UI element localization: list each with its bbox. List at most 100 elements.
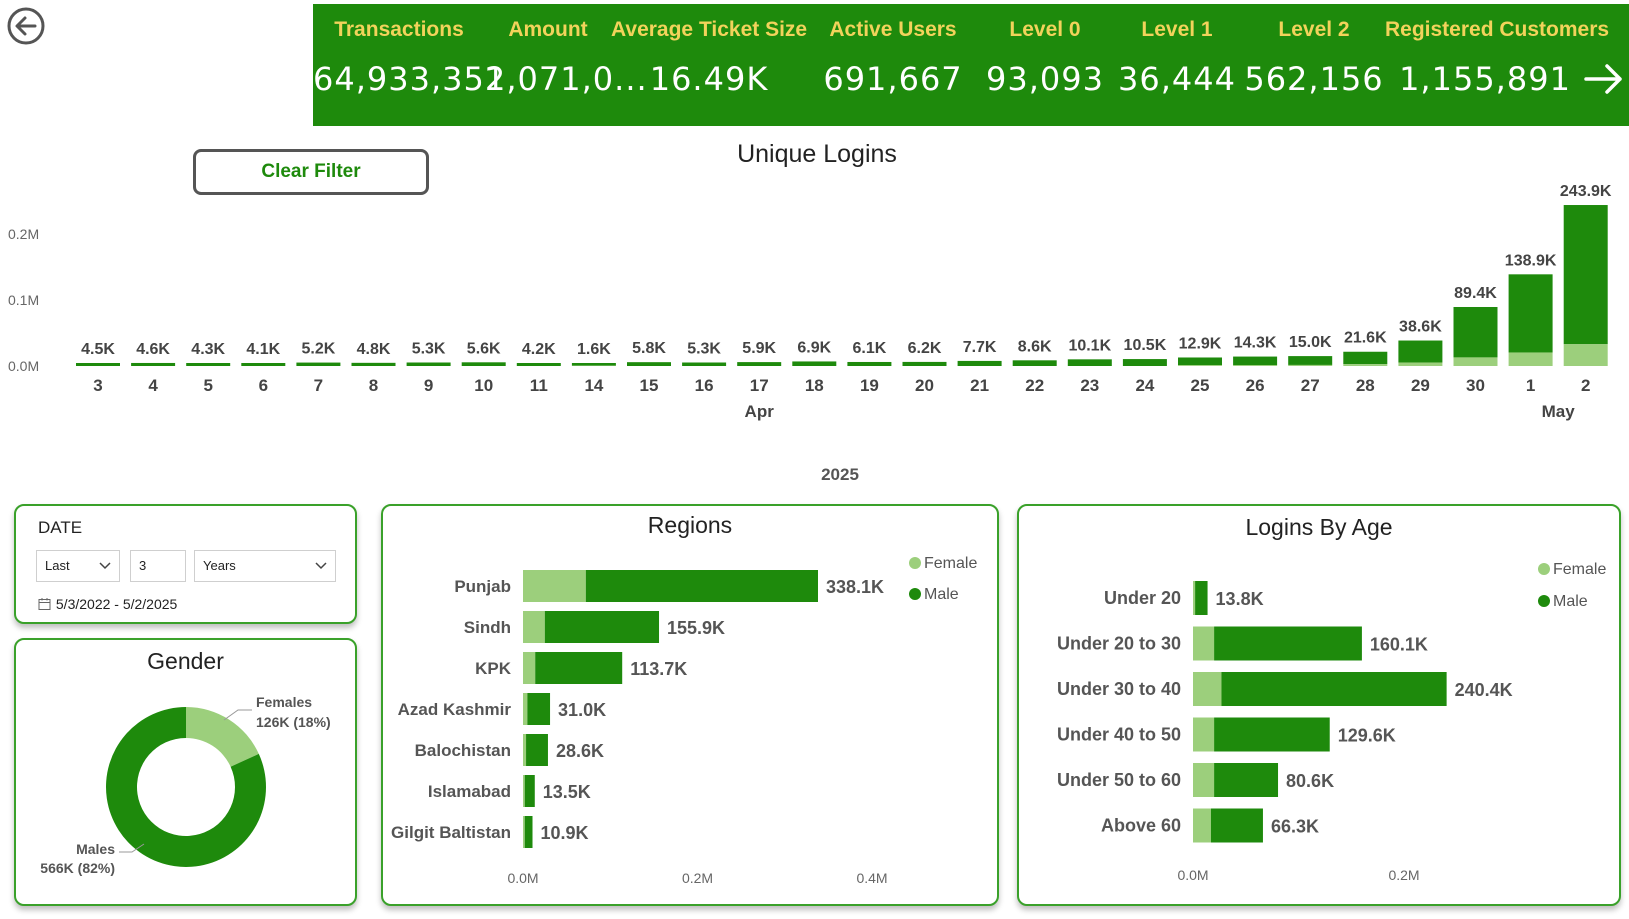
x-tick-label[interactable]: 16	[695, 376, 714, 395]
female-bar	[523, 775, 525, 807]
female-bar	[1193, 626, 1215, 661]
kpi-value: 691,667	[823, 60, 963, 98]
x-tick-label[interactable]: 10	[474, 376, 493, 395]
x-tick-label[interactable]: 7	[314, 376, 323, 395]
x-tick-label[interactable]: 21	[970, 376, 989, 395]
category-label[interactable]: Gilgit Baltistan	[391, 823, 511, 842]
legend-label[interactable]: Male	[924, 586, 959, 603]
x-tick-label[interactable]: 28	[1356, 376, 1375, 395]
date-filter-panel: DATE Last 3 Years 5/3/2022 - 5/2/2025	[14, 504, 357, 624]
x-tick-label[interactable]: 23	[1080, 376, 1099, 395]
female-bar	[1508, 352, 1553, 366]
date-filter-label: DATE	[38, 518, 83, 537]
kpi-value: 16.49K	[649, 60, 769, 98]
kpi-banner: Transactions 64,933,352 Amount 1,071,0..…	[313, 4, 1629, 126]
legend-label[interactable]: Male	[1553, 593, 1588, 610]
x-tick-label[interactable]: 5	[203, 376, 212, 395]
x-tick-label[interactable]: 18	[805, 376, 824, 395]
x-tick-label[interactable]: 29	[1411, 376, 1430, 395]
male-bar	[131, 362, 176, 366]
male-bar	[1508, 274, 1553, 353]
bar-value-label: 5.3K	[687, 341, 721, 358]
legend-label[interactable]: Female	[1553, 561, 1606, 578]
male-bar	[1288, 356, 1333, 365]
male-bar	[1210, 808, 1263, 843]
bar-total-label: 13.5K	[543, 782, 591, 802]
x-tick-label[interactable]: 24	[1135, 376, 1154, 395]
x-tick-label[interactable]: 4	[148, 376, 158, 395]
kpi-level-1: Level 1 36,444	[1111, 4, 1243, 126]
period-count-input[interactable]: 3	[130, 550, 186, 582]
x-tick-label[interactable]: 22	[1025, 376, 1044, 395]
donut-slice[interactable]	[186, 707, 259, 767]
relative-period-dropdown[interactable]: Last	[36, 550, 120, 582]
x-tick-label[interactable]: 30	[1466, 376, 1485, 395]
bar-value-label: 15.0K	[1289, 334, 1332, 351]
bar-total-label: 28.6K	[556, 741, 604, 761]
female-bar	[523, 611, 545, 643]
kpi-value: 1,071,0...	[485, 60, 648, 98]
period-unit-dropdown[interactable]: Years	[194, 550, 336, 582]
kpi-level-2: Level 2 562,156	[1243, 4, 1385, 126]
male-bar	[1221, 672, 1447, 706]
x-tick-label[interactable]: 1	[1526, 376, 1535, 395]
x-tick-label[interactable]: 9	[424, 376, 433, 395]
kpi-label: Level 0	[1009, 18, 1081, 41]
category-label[interactable]: Under 20	[1104, 588, 1181, 608]
x-tick-label: 0.0M	[507, 870, 538, 886]
x-tick-label[interactable]: 14	[584, 376, 603, 395]
calendar-icon	[38, 598, 51, 610]
bar-value-label: 4.3K	[191, 341, 225, 358]
x-tick-label[interactable]: 2	[1581, 376, 1590, 395]
bar-value-label: 14.3K	[1234, 335, 1277, 352]
x-tick-label[interactable]: 27	[1301, 376, 1320, 395]
category-label[interactable]: Under 40 to 50	[1057, 725, 1181, 745]
regions-bar-chart: Punjab 338.1K Sindh 155.9K KPK 113.7K Azad Kas…	[391, 555, 977, 886]
female-bar	[1233, 365, 1278, 366]
category-label[interactable]: Punjab	[454, 577, 511, 596]
category-label[interactable]: Islamabad	[428, 782, 511, 801]
kpi-level-0: Level 0 93,093	[979, 4, 1111, 126]
bar-total-label: 13.8K	[1216, 589, 1264, 609]
male-bar	[1067, 359, 1112, 366]
male-bar	[1214, 626, 1362, 661]
x-tick-label[interactable]: 20	[915, 376, 934, 395]
kpi-active-users: Active Users 691,667	[807, 4, 979, 126]
x-tick-label[interactable]: 17	[750, 376, 769, 395]
category-label[interactable]: Under 20 to 30	[1057, 634, 1181, 654]
category-label[interactable]: Azad Kashmir	[398, 700, 512, 719]
category-label[interactable]: Sindh	[464, 618, 511, 637]
kpi-value: 1,155,891	[1399, 60, 1571, 98]
male-bar	[682, 362, 727, 366]
category-label[interactable]: Above 60	[1101, 816, 1181, 836]
male-bar	[847, 361, 892, 366]
kpi-value: 36,444	[1118, 60, 1236, 98]
bar-value-label: 138.9K	[1505, 252, 1557, 269]
male-bar	[544, 611, 660, 643]
legend-label[interactable]: Female	[924, 555, 977, 572]
x-tick-label[interactable]: 25	[1191, 376, 1210, 395]
kpi-label: Average Ticket Size	[611, 18, 808, 41]
kpi-transactions: Transactions 64,933,352	[313, 4, 505, 126]
month-label: Apr	[745, 402, 775, 421]
male-bar	[792, 361, 837, 366]
x-tick-label[interactable]: 3	[93, 376, 102, 395]
x-tick-label[interactable]: 19	[860, 376, 879, 395]
x-tick-label[interactable]: 26	[1246, 376, 1265, 395]
kpi-label: Level 2	[1278, 18, 1350, 41]
bar-value-label: 4.2K	[522, 341, 556, 358]
bar-value-label: 7.7K	[963, 339, 997, 356]
x-tick-label[interactable]: 15	[640, 376, 659, 395]
x-tick-label[interactable]: 11	[530, 376, 548, 395]
category-label[interactable]: Balochistan	[415, 741, 511, 760]
legend-marker	[909, 557, 921, 569]
category-label[interactable]: KPK	[475, 659, 512, 678]
bar-value-label: 5.9K	[742, 340, 776, 357]
category-label[interactable]: Under 30 to 40	[1057, 679, 1181, 699]
category-label[interactable]: Under 50 to 60	[1057, 770, 1181, 790]
arrow-right-icon[interactable]	[1583, 58, 1625, 100]
x-tick-label[interactable]: 8	[369, 376, 378, 395]
back-arrow-icon[interactable]	[6, 6, 46, 46]
x-tick-label[interactable]: 6	[259, 376, 268, 395]
male-bar	[585, 570, 818, 602]
